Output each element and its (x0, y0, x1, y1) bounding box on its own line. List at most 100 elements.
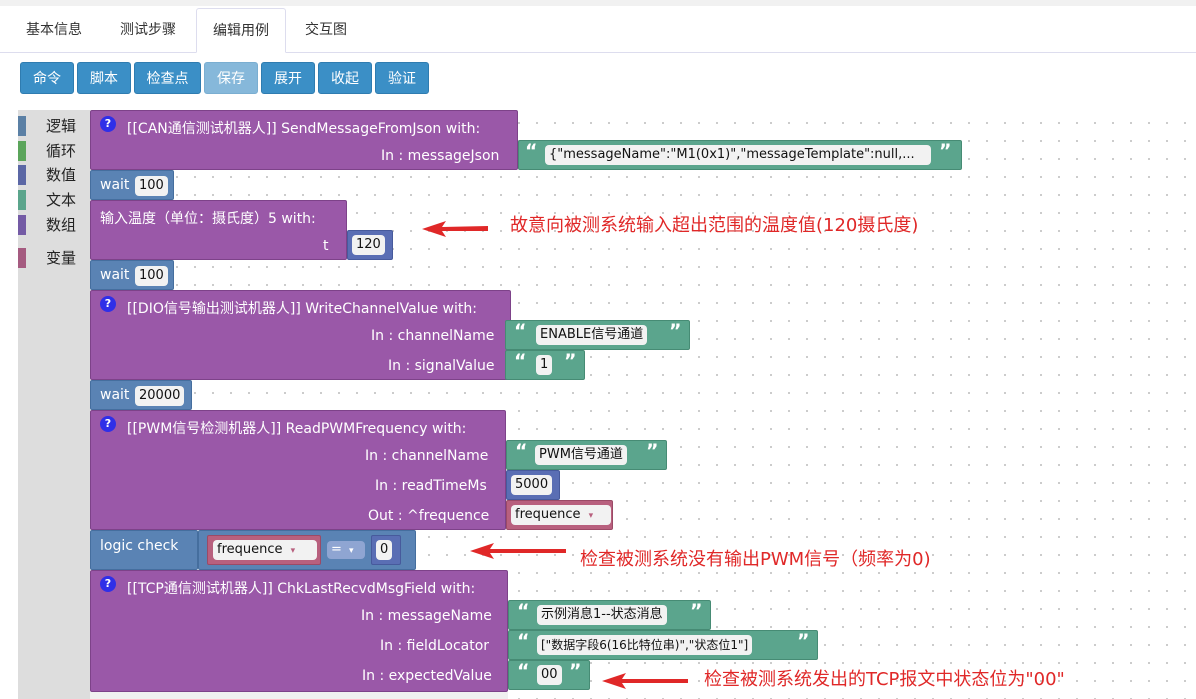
wait-value-field[interactable]: 20000 (135, 386, 185, 406)
param-label: In : signalValue (388, 358, 495, 374)
category-variable[interactable]: 变量 (18, 247, 84, 269)
param-label: In : channelName (371, 328, 495, 344)
tab-basic-info[interactable]: 基本信息 (10, 8, 98, 51)
compare-block[interactable]: frequence ▾ = ▾ 0 (198, 530, 416, 570)
workspace-bottom-strip (90, 692, 508, 699)
expected-value-field[interactable]: 00 (537, 665, 562, 685)
close-quote-icon: ” (690, 600, 703, 622)
can-send-message-block[interactable]: ? [[CAN通信测试机器人]] SendMessageFromJson wit… (90, 110, 518, 170)
block-title: [[PWM信号检测机器人]] ReadPWMFrequency with: (127, 421, 467, 437)
category-label: 逻辑 (46, 117, 77, 135)
frequence-variable-dropdown[interactable]: frequence ▾ (511, 505, 611, 525)
dio-write-channel-block[interactable]: ? [[DIO信号输出测试机器人]] WriteChannelValue wit… (90, 290, 511, 380)
category-text[interactable]: 文本 (18, 189, 84, 211)
script-button[interactable]: 脚本 (77, 62, 131, 94)
channel-name-field[interactable]: ENABLE信号通道 (536, 325, 648, 345)
compare-variable-block[interactable]: frequence ▾ (207, 535, 321, 565)
operator-label: = (331, 542, 342, 557)
help-icon[interactable]: ? (100, 116, 116, 132)
wait-value-field[interactable]: 100 (135, 176, 168, 196)
variable-name: frequence (217, 542, 283, 557)
open-quote-icon: “ (514, 320, 527, 342)
read-time-number-block[interactable]: 5000 (506, 470, 560, 500)
wait-block[interactable]: wait 100 (90, 170, 174, 200)
temperature-value-field[interactable]: 120 (352, 235, 385, 255)
arrow-left-icon (602, 673, 688, 689)
open-quote-icon: “ (517, 660, 530, 682)
message-json-field[interactable]: {"messageName":"M1(0x1)","messageTemplat… (545, 145, 931, 165)
category-color-bar (18, 116, 26, 136)
help-icon[interactable]: ? (100, 576, 116, 592)
pwm-read-frequency-block[interactable]: ? [[PWM信号检测机器人]] ReadPWMFrequency with: … (90, 410, 506, 530)
tcp-check-field-block[interactable]: ? [[TCP通信测试机器人]] ChkLastRecvdMsgField wi… (90, 570, 508, 692)
wait-label: wait (100, 177, 130, 193)
category-label: 数值 (46, 166, 77, 184)
param-label: In : messageJson (381, 148, 500, 164)
checkpoint-button[interactable]: 检查点 (134, 62, 201, 94)
expand-button[interactable]: 展开 (261, 62, 315, 94)
tab-test-steps[interactable]: 测试步骤 (104, 8, 192, 51)
variable-name: frequence (515, 507, 581, 522)
message-json-text-block[interactable]: “ {"messageName":"M1(0x1)","messageTempl… (518, 140, 962, 170)
annotation-temperature-note: 故意向被测系统输入超出范围的温度值(120摄氏度) (510, 215, 919, 236)
category-logic[interactable]: 逻辑 (18, 115, 84, 137)
wait-block[interactable]: wait 20000 (90, 380, 192, 410)
category-label: 变量 (46, 249, 77, 267)
chevron-down-icon: ▾ (588, 511, 594, 521)
block-title: [[TCP通信测试机器人]] ChkLastRecvdMsgField with… (127, 581, 476, 597)
help-icon[interactable]: ? (100, 416, 116, 432)
pwm-channel-field[interactable]: PWM信号通道 (535, 445, 627, 465)
read-time-field[interactable]: 5000 (511, 475, 553, 495)
expected-value-text-block[interactable]: “ 00 ” (508, 660, 590, 690)
compare-variable-dropdown[interactable]: frequence ▾ (213, 540, 317, 560)
category-math[interactable]: 数值 (18, 164, 84, 186)
chevron-down-icon: ▾ (349, 546, 354, 556)
logic-check-label: logic check (100, 538, 179, 554)
temperature-number-block[interactable]: 120 (347, 230, 393, 260)
input-temperature-block[interactable]: 输入温度（单位：摄氏度）5 with: t (90, 200, 347, 260)
frequence-variable-block[interactable]: frequence ▾ (506, 500, 613, 530)
open-quote-icon: “ (514, 350, 527, 372)
compare-value-field[interactable]: 0 (376, 540, 393, 560)
signal-value-field[interactable]: 1 (536, 355, 553, 375)
param-label: In : expectedValue (362, 668, 492, 684)
channel-name-text-block[interactable]: “ ENABLE信号通道 ” (505, 320, 690, 350)
param-label: In : fieldLocator (380, 638, 490, 654)
collapse-button[interactable]: 收起 (318, 62, 372, 94)
field-locator-text-block[interactable]: “ ["数据字段6(16比特位串)","状态位1"] ” (508, 630, 818, 660)
help-icon[interactable]: ? (100, 296, 116, 312)
pwm-channel-text-block[interactable]: “ PWM信号通道 ” (506, 440, 667, 470)
wait-value-field[interactable]: 100 (135, 266, 168, 286)
category-color-bar (18, 165, 26, 185)
open-quote-icon: “ (517, 630, 530, 652)
tab-edit-case[interactable]: 编辑用例 (196, 8, 286, 53)
message-name-text-block[interactable]: “ 示例消息1--状态消息 ” (508, 600, 711, 630)
category-loop[interactable]: 循环 (18, 140, 84, 162)
param-label: In : messageName (361, 608, 492, 624)
block-title: 输入温度（单位：摄氏度）5 with: (100, 211, 316, 227)
command-button[interactable]: 命令 (20, 62, 74, 94)
operator-dropdown[interactable]: = ▾ (327, 541, 365, 559)
category-label: 循环 (46, 142, 77, 160)
signal-value-text-block[interactable]: “ 1 ” (505, 350, 585, 380)
category-array[interactable]: 数组 (18, 214, 84, 236)
close-quote-icon: ” (569, 660, 582, 682)
wait-block[interactable]: wait 100 (90, 260, 174, 290)
logic-check-block[interactable]: logic check (90, 530, 198, 570)
tab-interaction-diagram[interactable]: 交互图 (285, 8, 367, 51)
close-quote-icon: ” (564, 350, 577, 372)
block-title: [[CAN通信测试机器人]] SendMessageFromJson with: (127, 121, 481, 137)
verify-button[interactable]: 验证 (375, 62, 429, 94)
compare-number-block[interactable]: 0 (371, 535, 401, 565)
category-color-bar (18, 141, 26, 161)
open-quote-icon: “ (515, 440, 528, 462)
close-quote-icon: ” (939, 140, 952, 162)
wait-label: wait (100, 267, 130, 283)
param-label: t (323, 238, 329, 254)
open-quote-icon: “ (517, 600, 530, 622)
message-name-field[interactable]: 示例消息1--状态消息 (537, 605, 667, 625)
param-label: In : channelName (365, 448, 489, 464)
field-locator-field[interactable]: ["数据字段6(16比特位串)","状态位1"] (537, 635, 753, 655)
save-button[interactable]: 保存 (204, 62, 258, 94)
param-label: Out : ^frequence (368, 508, 490, 524)
